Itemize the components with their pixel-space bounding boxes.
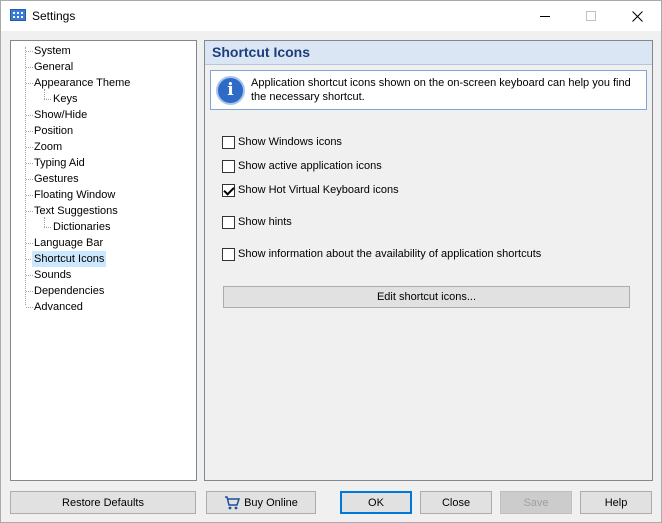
info-text-line-1: Application shortcut icons shown on the …	[251, 77, 631, 89]
tree-item-general[interactable]: General	[32, 59, 75, 75]
tree-item-dependencies[interactable]: Dependencies	[32, 283, 106, 299]
buy-online-label: Buy Online	[244, 496, 298, 509]
tree-item-dictionaries[interactable]: Dictionaries	[51, 219, 112, 235]
ok-button[interactable]: OK	[340, 491, 412, 514]
tree-item-text-suggestions[interactable]: Text Suggestions	[32, 203, 120, 219]
checkbox[interactable]	[222, 159, 235, 173]
option-show-shortcut-availability[interactable]: Show information about the availability …	[222, 246, 541, 262]
tree-item-sounds[interactable]: Sounds	[32, 267, 73, 283]
tree-item-typing-aid[interactable]: Typing Aid	[32, 155, 87, 171]
tree-item-keys[interactable]: Keys	[51, 91, 79, 107]
tree-item-shortcut-icons[interactable]: Shortcut Icons	[32, 251, 107, 267]
tree-item-appearance-theme[interactable]: Appearance Theme	[32, 75, 132, 91]
close-icon	[631, 10, 643, 22]
checkbox[interactable]	[222, 247, 235, 261]
option-show-hot-virtual-keyboard-icons[interactable]: Show Hot Virtual Keyboard icons	[222, 182, 399, 198]
shortcut-icons-panel: Shortcut Icons i Application shortcut ic…	[204, 40, 653, 481]
option-show-hints[interactable]: Show hints	[222, 214, 292, 230]
window-title: Settings	[32, 9, 76, 23]
buy-online-button[interactable]: Buy Online	[206, 491, 316, 514]
checkbox-checked[interactable]	[222, 183, 235, 197]
option-label: Show Windows icons	[238, 136, 342, 148]
info-box: i Application shortcut icons shown on th…	[210, 70, 647, 110]
panel-title: Shortcut Icons	[212, 44, 311, 60]
tree-item-floating-window[interactable]: Floating Window	[32, 187, 117, 203]
info-icon: i	[216, 76, 245, 105]
tree-item-language-bar[interactable]: Language Bar	[32, 235, 105, 251]
panel-header: Shortcut Icons	[205, 41, 652, 65]
option-label: Show hints	[238, 216, 292, 228]
title-bar: Settings	[1, 1, 661, 31]
option-show-windows-icons[interactable]: Show Windows icons	[222, 134, 342, 150]
info-text: Application shortcut icons shown on the …	[251, 76, 641, 104]
option-label: Show Hot Virtual Keyboard icons	[238, 184, 399, 196]
maximize-icon	[586, 11, 596, 21]
checkbox[interactable]	[222, 135, 235, 149]
tree-item-zoom[interactable]: Zoom	[32, 139, 64, 155]
checkbox[interactable]	[222, 215, 235, 229]
save-button: Save	[500, 491, 572, 514]
tree-item-show-hide[interactable]: Show/Hide	[32, 107, 89, 123]
info-text-line-2: the necessary shortcut.	[251, 91, 365, 103]
tree-item-gestures[interactable]: Gestures	[32, 171, 81, 187]
tree-item-position[interactable]: Position	[32, 123, 75, 139]
restore-defaults-button[interactable]: Restore Defaults	[10, 491, 196, 514]
option-label: Show active application icons	[238, 160, 382, 172]
edit-shortcut-icons-button[interactable]: Edit shortcut icons...	[223, 286, 630, 308]
tree-item-system[interactable]: System	[32, 43, 73, 59]
option-show-active-application-icons[interactable]: Show active application icons	[222, 158, 382, 174]
help-button[interactable]: Help	[580, 491, 652, 514]
settings-tree[interactable]: System General Appearance Theme Keys Show/Hi…	[10, 40, 197, 481]
tree-item-advanced[interactable]: Advanced	[32, 299, 85, 315]
close-window-button[interactable]	[614, 1, 660, 31]
maximize-button[interactable]	[568, 1, 614, 31]
option-label: Show information about the availability …	[238, 248, 542, 260]
keyboard-icon	[10, 9, 26, 21]
minimize-icon	[540, 15, 550, 17]
shopping-cart-icon	[225, 495, 241, 509]
minimize-button[interactable]	[522, 1, 568, 31]
settings-window: Settings System General Appearance Theme Ke…	[0, 0, 662, 523]
close-button[interactable]: Close	[420, 491, 492, 514]
